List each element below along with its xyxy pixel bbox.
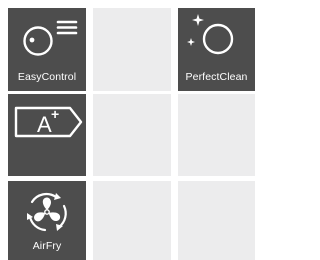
tile-empty	[93, 181, 171, 260]
tile-empty	[178, 94, 255, 176]
tile-energy-class[interactable]: A +	[8, 94, 86, 176]
feature-grid: EasyControl PerfectClean A + AirFry	[0, 0, 255, 260]
tile-label: PerfectClean	[185, 71, 248, 83]
energy-class-letter: A	[37, 112, 52, 137]
tile-empty	[178, 181, 255, 260]
tile-label: AirFry	[32, 240, 62, 252]
tile-empty	[93, 8, 171, 91]
energy-class-icon: A +	[14, 106, 83, 138]
tile-easycontrol[interactable]: EasyControl	[8, 8, 86, 91]
tile-empty	[93, 94, 171, 176]
tile-label: EasyControl	[17, 71, 77, 83]
tile-airfry[interactable]: AirFry	[8, 181, 86, 260]
energy-class-plus: +	[51, 106, 59, 122]
tile-perfectclean[interactable]: PerfectClean	[178, 8, 255, 91]
